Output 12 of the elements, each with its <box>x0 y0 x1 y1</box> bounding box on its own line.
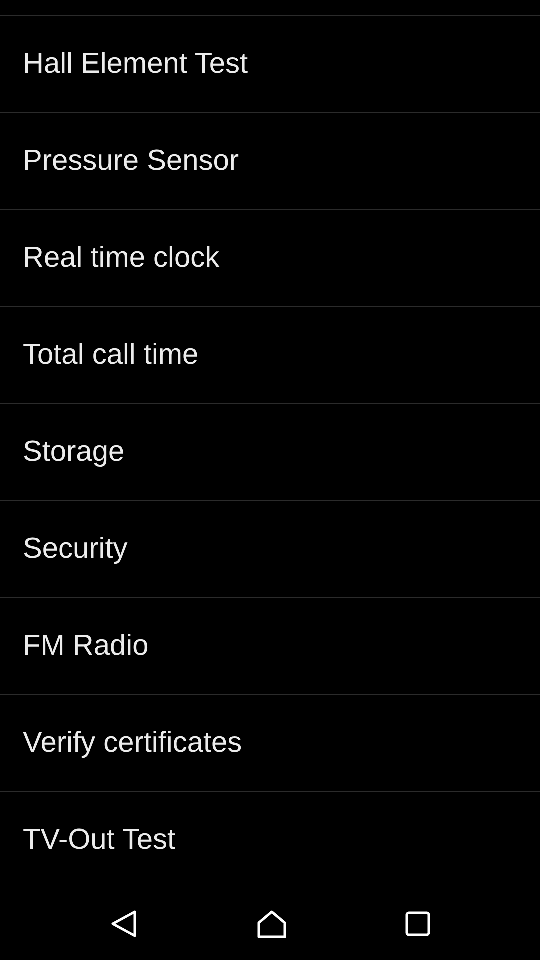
list-item[interactable]: Verify certificates <box>0 695 540 792</box>
list-item[interactable]: Real time clock <box>0 210 540 307</box>
recents-icon[interactable] <box>405 911 432 937</box>
list-item[interactable]: Total call time <box>0 307 540 404</box>
list-item[interactable]: Pressure Sensor <box>0 113 540 210</box>
home-icon[interactable] <box>256 909 288 939</box>
list-item[interactable]: FM Radio <box>0 598 540 695</box>
back-icon[interactable] <box>108 909 139 939</box>
list-item[interactable]: Storage <box>0 404 540 501</box>
list-item[interactable]: Security <box>0 501 540 598</box>
list-item[interactable]: Hall Element Test <box>0 16 540 113</box>
list-item[interactable]: TV-Out Test <box>0 792 540 888</box>
